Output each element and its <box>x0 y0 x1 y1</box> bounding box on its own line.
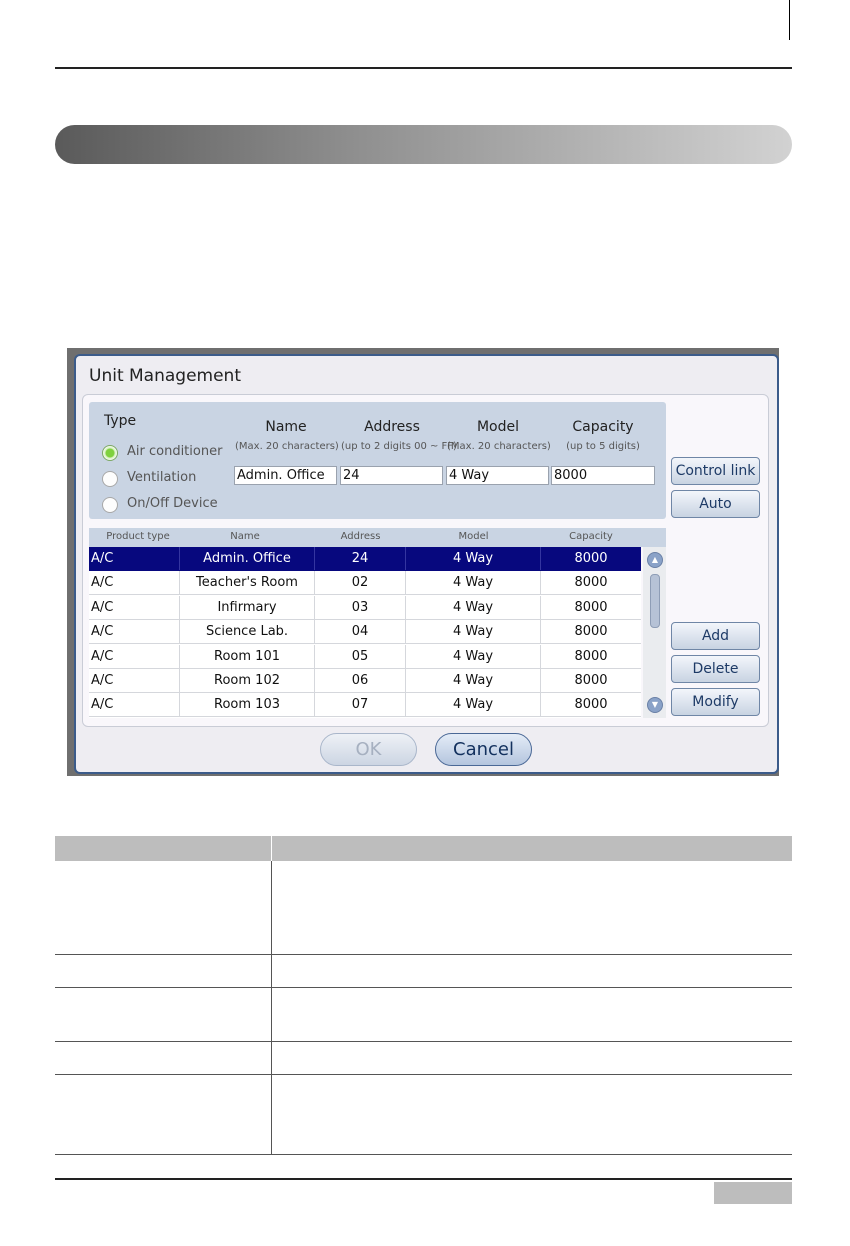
radio-label-ventilation: Ventilation <box>127 470 197 485</box>
delete-button[interactable]: Delete <box>671 655 760 683</box>
address-input[interactable]: 24 <box>340 466 443 485</box>
table-row[interactable]: A/C Room 102 06 4 Way 8000 <box>89 669 641 693</box>
address-column-label: Address <box>364 419 420 435</box>
cell-model: 4 Way <box>406 693 541 716</box>
footer-rule <box>55 1178 792 1180</box>
cell-address: 05 <box>315 645 406 668</box>
cell-address: 03 <box>315 596 406 619</box>
name-column-label: Name <box>265 419 307 435</box>
capacity-input[interactable]: 8000 <box>551 466 655 485</box>
page-corner-mark <box>789 0 790 40</box>
control-link-button[interactable]: Control link <box>671 457 760 485</box>
cell-capacity: 8000 <box>574 624 608 639</box>
model-column-label: Model <box>476 419 520 435</box>
address-column-hint: (up to 2 digits 00 ~ FF) <box>341 441 457 452</box>
cell-product-type: A/C <box>89 645 180 668</box>
cell-capacity: 8000 <box>574 697 608 712</box>
cell-model: 4 Way <box>406 669 541 692</box>
cell-product-type: A/C <box>89 669 180 692</box>
cell-product-type: A/C <box>89 571 180 594</box>
desc-cell <box>55 954 272 988</box>
table-row[interactable]: A/C Infirmary 03 4 Way 8000 <box>89 596 641 620</box>
cell-name: Science Lab. <box>180 620 315 643</box>
unit-list-table: A/C Admin. Office 24 4 Way 8000 A/C Teac… <box>89 547 641 718</box>
add-button[interactable]: Add <box>671 622 760 650</box>
scroll-thumb[interactable] <box>650 574 660 628</box>
cancel-button[interactable]: Cancel <box>435 733 532 766</box>
table-row[interactable]: A/C Room 101 05 4 Way 8000 <box>89 645 641 669</box>
cell-address: 07 <box>315 693 406 716</box>
scroll-down-icon[interactable]: ▼ <box>647 697 663 713</box>
cell-capacity: 8000 <box>574 673 608 688</box>
name-column-hint: (Max. 20 characters) <box>235 441 339 452</box>
page-number-tab <box>714 1182 792 1204</box>
cell-capacity: 8000 <box>574 649 608 664</box>
header-name: Name <box>230 531 260 542</box>
table-row[interactable]: A/C Room 103 07 4 Way 8000 <box>89 693 641 717</box>
cell-name: Admin. Office <box>180 547 315 570</box>
radio-label-on-off-device: On/Off Device <box>127 496 218 511</box>
scroll-up-icon[interactable]: ▲ <box>647 552 663 568</box>
cell-model: 4 Way <box>406 547 541 570</box>
model-column-hint: (Max. 20 characters) <box>447 441 551 452</box>
cell-name: Room 103 <box>180 693 315 716</box>
desc-cell <box>55 987 272 1042</box>
capacity-column-label: Capacity <box>572 419 634 435</box>
cell-model: 4 Way <box>406 596 541 619</box>
cell-address: 06 <box>315 669 406 692</box>
table-scrollbar[interactable] <box>643 547 666 718</box>
cell-product-type: A/C <box>89 547 180 570</box>
model-input[interactable]: 4 Way <box>446 466 549 485</box>
table-row[interactable]: A/C Teacher's Room 02 4 Way 8000 <box>89 571 641 595</box>
desc-cell <box>271 1041 792 1075</box>
cell-model: 4 Way <box>406 620 541 643</box>
header-address: Address <box>340 531 381 542</box>
cell-address: 02 <box>315 571 406 594</box>
desc-cell <box>55 861 272 955</box>
ok-button[interactable]: OK <box>320 733 417 766</box>
cell-address: 04 <box>315 620 406 643</box>
desc-cell <box>271 954 792 988</box>
header-rule <box>55 67 792 69</box>
section-heading-bar <box>55 125 792 164</box>
cell-capacity: 8000 <box>574 575 608 590</box>
desc-header-description <box>271 836 792 861</box>
cell-name: Infirmary <box>180 596 315 619</box>
desc-header-item <box>55 836 272 861</box>
desc-cell <box>55 1074 272 1155</box>
capacity-column-hint: (up to 5 digits) <box>566 441 640 452</box>
radio-air-conditioner[interactable] <box>102 445 118 461</box>
cell-name: Room 101 <box>180 645 315 668</box>
description-table <box>55 836 792 1155</box>
type-label: Type <box>104 413 137 429</box>
desc-cell <box>271 1074 792 1155</box>
desc-cell <box>271 861 792 955</box>
dialog-title: Unit Management <box>89 366 241 386</box>
table-row[interactable]: A/C Science Lab. 04 4 Way 8000 <box>89 620 641 644</box>
desc-cell <box>55 1041 272 1075</box>
cell-model: 4 Way <box>406 645 541 668</box>
cell-product-type: A/C <box>89 596 180 619</box>
desc-cell <box>271 987 792 1042</box>
radio-ventilation[interactable] <box>102 471 118 487</box>
cell-model: 4 Way <box>406 571 541 594</box>
cell-capacity: 8000 <box>574 600 608 615</box>
radio-on-off-device[interactable] <box>102 497 118 513</box>
header-product-type: Product type <box>106 531 170 542</box>
modify-button[interactable]: Modify <box>671 688 760 716</box>
header-capacity: Capacity <box>569 531 613 542</box>
header-model: Model <box>458 531 489 542</box>
cell-capacity: 8000 <box>574 551 608 566</box>
radio-label-air-conditioner: Air conditioner <box>127 444 223 459</box>
cell-address: 24 <box>315 547 406 570</box>
table-row[interactable]: A/C Admin. Office 24 4 Way 8000 <box>89 547 641 571</box>
cell-product-type: A/C <box>89 620 180 643</box>
auto-button[interactable]: Auto <box>671 490 760 518</box>
cell-name: Teacher's Room <box>180 571 315 594</box>
cell-product-type: A/C <box>89 693 180 716</box>
cell-name: Room 102 <box>180 669 315 692</box>
name-input[interactable]: Admin. Office <box>234 466 337 485</box>
